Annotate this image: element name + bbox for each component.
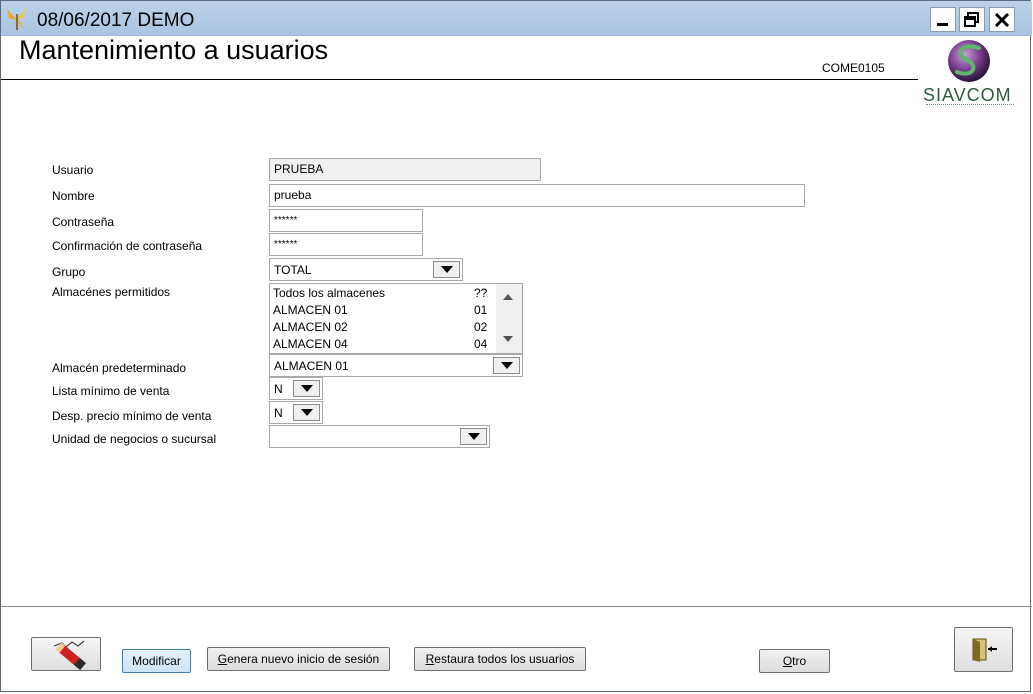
desp-precio-combo[interactable]: N bbox=[269, 401, 323, 424]
nombre-label: Nombre bbox=[52, 189, 95, 203]
logo-text: SIAVCOM bbox=[923, 85, 1012, 105]
close-button[interactable] bbox=[989, 7, 1015, 32]
almacen-predeterminado-label: Almacén predeterminado bbox=[52, 361, 187, 375]
restaura-label: estaura todos los usuarios bbox=[434, 652, 575, 666]
genera-accesskey: G bbox=[217, 652, 228, 666]
contrasena-label: Contraseña bbox=[52, 215, 115, 229]
grupo-label: Grupo bbox=[52, 265, 86, 279]
confirmacion-field[interactable]: ****** bbox=[269, 233, 423, 256]
otro-label: tro bbox=[792, 654, 807, 668]
desp-precio-value: N bbox=[274, 406, 283, 420]
butterfly-icon bbox=[7, 8, 26, 30]
contrasena-field[interactable]: ****** bbox=[269, 209, 423, 232]
chevron-down-icon bbox=[500, 362, 513, 369]
edit-icon-button[interactable] bbox=[31, 637, 101, 671]
list-item[interactable]: ALMACEN 04 04 bbox=[273, 337, 493, 353]
restaura-accesskey: R bbox=[425, 652, 435, 666]
list-item[interactable]: ALMACEN 02 02 bbox=[273, 320, 493, 337]
lista-minimo-label: Lista mínimo de venta bbox=[52, 384, 170, 398]
desp-precio-label: Desp. precio mínimo de venta bbox=[52, 409, 212, 423]
restore-icon bbox=[964, 11, 979, 27]
unidad-dropdown-button[interactable] bbox=[460, 428, 487, 445]
app-window: 08/06/2017 DEMO Mantenimiento a usuarios… bbox=[0, 0, 1032, 692]
chevron-down-icon bbox=[440, 266, 453, 273]
listbox-scrollbar[interactable] bbox=[496, 284, 522, 353]
usuario-field[interactable]: PRUEBA bbox=[269, 158, 541, 181]
lista-minimo-dropdown-button[interactable] bbox=[293, 380, 320, 397]
restore-button[interactable] bbox=[959, 7, 985, 32]
list-item-name: Todos los almacenes bbox=[273, 286, 386, 300]
list-item-code: 01 bbox=[474, 303, 488, 317]
eraser-pencil-icon bbox=[53, 640, 86, 671]
footer-divider bbox=[1, 606, 1032, 607]
list-item-name: ALMACEN 01 bbox=[273, 303, 348, 317]
logo-underline bbox=[926, 104, 1014, 107]
grupo-dropdown-button[interactable] bbox=[433, 261, 460, 278]
almacen-predeterminado-combo[interactable]: ALMACEN 01 bbox=[269, 354, 523, 377]
header-divider bbox=[1, 79, 918, 80]
grupo-value: TOTAL bbox=[274, 263, 312, 277]
nombre-field[interactable]: prueba bbox=[269, 184, 805, 207]
list-item[interactable]: ALMACEN 01 01 bbox=[273, 303, 493, 320]
list-item-code: 04 bbox=[474, 337, 488, 351]
chevron-down-icon bbox=[300, 409, 313, 416]
grupo-combo[interactable]: TOTAL bbox=[269, 258, 463, 281]
almacen-dropdown-button[interactable] bbox=[493, 357, 520, 374]
lista-minimo-combo[interactable]: N bbox=[269, 377, 323, 400]
list-item-code: ?? bbox=[474, 286, 488, 300]
confirmacion-label: Confirmación de contraseña bbox=[52, 239, 203, 253]
list-item-name: ALMACEN 04 bbox=[273, 337, 348, 351]
exit-button[interactable] bbox=[954, 627, 1013, 672]
title-bar[interactable]: 08/06/2017 DEMO bbox=[1, 1, 1032, 36]
close-icon bbox=[994, 12, 1010, 27]
usuario-label: Usuario bbox=[52, 163, 94, 177]
almacenes-listbox[interactable]: Todos los almacenes ?? ALMACEN 01 01 ALM… bbox=[269, 283, 523, 354]
exit-door-icon bbox=[972, 638, 997, 662]
almacen-predeterminado-value: ALMACEN 01 bbox=[274, 359, 349, 373]
genera-label: enera nuevo inicio de sesión bbox=[227, 652, 380, 666]
unidad-negocios-combo[interactable] bbox=[269, 425, 490, 448]
restaura-usuarios-button[interactable]: Restaura todos los usuarios bbox=[414, 647, 586, 671]
form-code: COME0105 bbox=[822, 61, 885, 75]
list-item-name: ALMACEN 02 bbox=[273, 320, 348, 334]
unidad-negocios-label: Unidad de negocios o sucursal bbox=[52, 432, 217, 446]
window-title: 08/06/2017 DEMO bbox=[37, 10, 195, 31]
minimize-button[interactable] bbox=[930, 7, 956, 32]
list-item-code: 02 bbox=[474, 320, 488, 334]
genera-sesion-button[interactable]: Genera nuevo inicio de sesión bbox=[207, 647, 390, 671]
minimize-icon bbox=[937, 22, 948, 26]
scroll-up-icon[interactable] bbox=[503, 294, 513, 300]
otro-button[interactable]: Otro bbox=[759, 649, 830, 673]
otro-accesskey: O bbox=[782, 654, 793, 668]
scroll-down-icon[interactable] bbox=[503, 336, 513, 342]
desp-precio-dropdown-button[interactable] bbox=[293, 404, 320, 421]
page-title: Mantenimiento a usuarios bbox=[19, 35, 329, 65]
chevron-down-icon bbox=[467, 433, 480, 440]
list-item[interactable]: Todos los almacenes ?? bbox=[273, 286, 493, 303]
lista-minimo-value: N bbox=[274, 382, 283, 396]
almacenes-label: Almacénes permitidos bbox=[52, 285, 171, 299]
modificar-button[interactable]: Modificar bbox=[122, 649, 191, 673]
chevron-down-icon bbox=[300, 385, 313, 392]
